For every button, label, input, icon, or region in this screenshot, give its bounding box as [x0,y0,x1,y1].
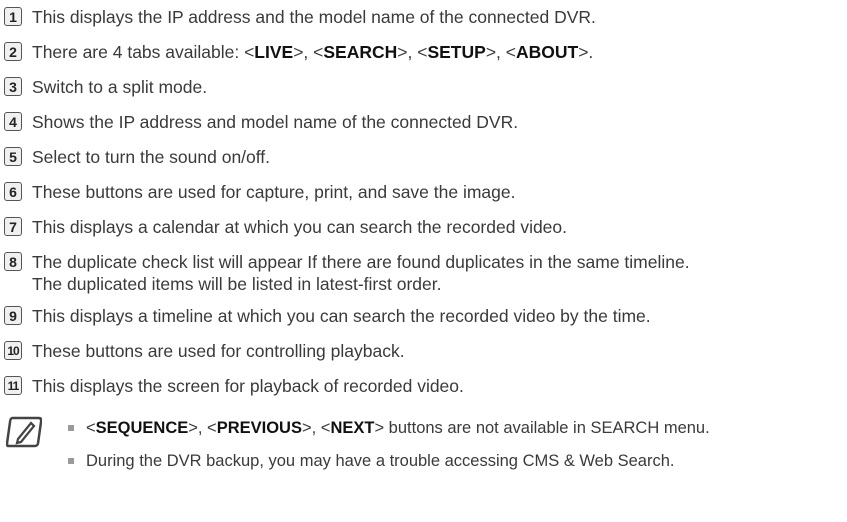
note-pencil-icon [5,415,43,449]
item-text: This displays the screen for playback of… [32,376,464,396]
bullet-icon [68,458,74,464]
tab-name-live: LIVE [254,42,294,62]
list-item: 8 The duplicate check list will appear I… [4,251,839,295]
button-name-next: NEXT [330,419,375,437]
item-text: The duplicate check list will appear If … [32,252,690,294]
item-text: Shows the IP address and model name of t… [32,112,519,132]
item-text: This displays the IP address and the mod… [32,7,596,27]
item-number-badge: 9 [4,306,22,325]
item-number-badge: 3 [4,77,22,96]
numbered-list: 1 This displays the IP address and the m… [4,6,839,410]
list-item: 4 Shows the IP address and model name of… [4,111,839,133]
list-item: 1 This displays the IP address and the m… [4,6,839,28]
tab-name-search: SEARCH [323,42,398,62]
item-text: Select to turn the sound on/off. [32,147,271,167]
item-number-badge: 1 [4,7,22,26]
item-number-badge: 4 [4,112,22,131]
item-text: There are 4 tabs available: <LIVE>, <SEA… [32,42,594,62]
item-number-badge: 11 [4,376,22,395]
item-text: This displays a calendar at which you ca… [32,217,568,237]
item-number-badge: 6 [4,182,22,201]
list-item: 11 This displays the screen for playback… [4,375,839,397]
button-name-sequence: SEQUENCE [95,419,189,437]
list-item: 9 This displays a timeline at which you … [4,305,839,327]
note-item: During the DVR backup, you may have a tr… [68,450,838,472]
button-name-previous: PREVIOUS [216,419,302,437]
list-item: 10 These buttons are used for controllin… [4,340,839,362]
note-text: <SEQUENCE>, <PREVIOUS>, <NEXT> buttons a… [86,419,710,437]
item-number-badge: 2 [4,42,22,61]
note-item: <SEQUENCE>, <PREVIOUS>, <NEXT> buttons a… [68,417,838,439]
tab-name-setup: SETUP [427,42,486,62]
item-number-badge: 5 [4,147,22,166]
note-list: <SEQUENCE>, <PREVIOUS>, <NEXT> buttons a… [68,417,838,483]
tab-name-about: ABOUT [515,42,579,62]
item-number-badge: 8 [4,252,22,271]
item-number-badge: 10 [4,341,22,360]
list-item: 2 There are 4 tabs available: <LIVE>, <S… [4,41,839,63]
list-item: 3 Switch to a split mode. [4,76,839,98]
item-text: Switch to a split mode. [32,77,208,97]
note-text: During the DVR backup, you may have a tr… [86,452,675,470]
bullet-icon [68,425,74,431]
item-number-badge: 7 [4,217,22,236]
list-item: 5 Select to turn the sound on/off. [4,146,839,168]
item-text: These buttons are used for controlling p… [32,341,405,361]
manual-page: 1 This displays the IP address and the m… [0,0,847,522]
list-item: 7 This displays a calendar at which you … [4,216,839,238]
item-text: This displays a timeline at which you ca… [32,306,651,326]
list-item: 6 These buttons are used for capture, pr… [4,181,839,203]
item-text: These buttons are used for capture, prin… [32,182,516,202]
